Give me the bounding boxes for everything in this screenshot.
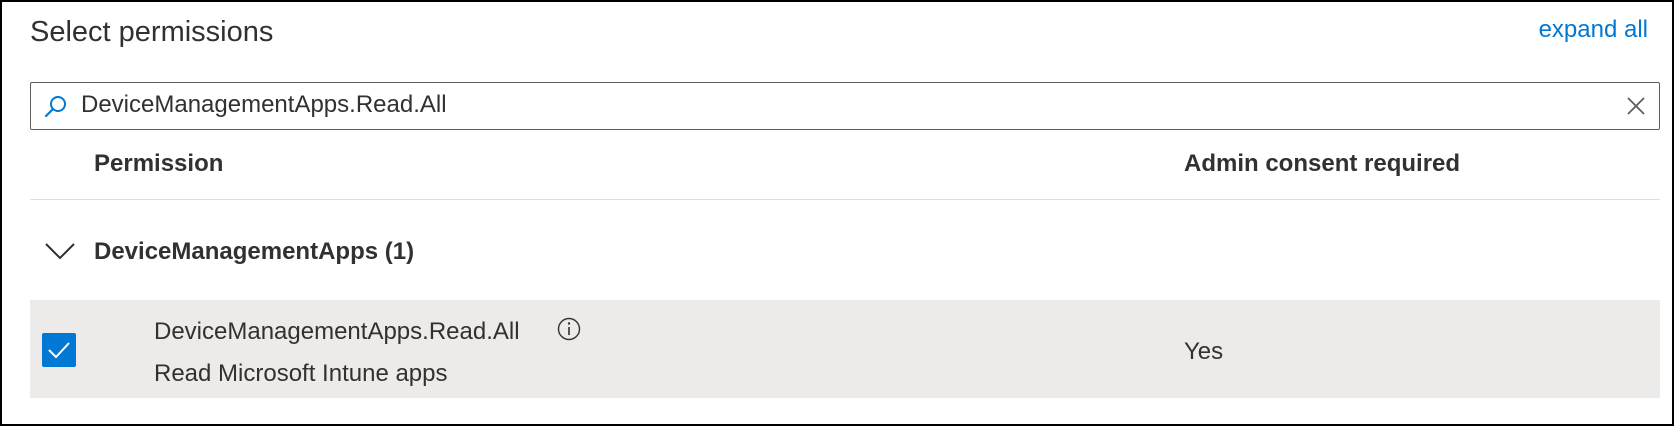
search-input[interactable]	[81, 85, 1581, 125]
expand-all-link[interactable]: expand all	[1539, 16, 1648, 44]
chevron-down-icon	[44, 240, 76, 262]
permission-group-label: DeviceManagementApps (1)	[94, 238, 415, 265]
info-icon[interactable]	[556, 316, 582, 342]
search-box	[30, 82, 1660, 130]
admin-consent-value: Yes	[1184, 338, 1224, 365]
search-icon	[43, 94, 69, 120]
column-header-admin-consent: Admin consent required	[1184, 150, 1461, 177]
clear-search-button[interactable]	[1623, 93, 1649, 119]
permission-checkbox[interactable]	[42, 333, 76, 367]
column-header-permission: Permission	[94, 150, 224, 177]
checkmark-icon	[48, 342, 70, 359]
permission-row: DeviceManagementApps.Read.All Read Micro…	[30, 300, 1660, 398]
header-divider	[30, 199, 1660, 200]
select-permissions-panel: Select permissions expand all Permission…	[0, 0, 1674, 426]
permission-name: DeviceManagementApps.Read.All	[154, 318, 520, 345]
permission-description: Read Microsoft Intune apps	[154, 360, 448, 387]
close-icon	[1627, 97, 1645, 115]
page-title: Select permissions	[30, 16, 274, 48]
permission-group-toggle[interactable]: DeviceManagementApps (1)	[30, 228, 1660, 276]
